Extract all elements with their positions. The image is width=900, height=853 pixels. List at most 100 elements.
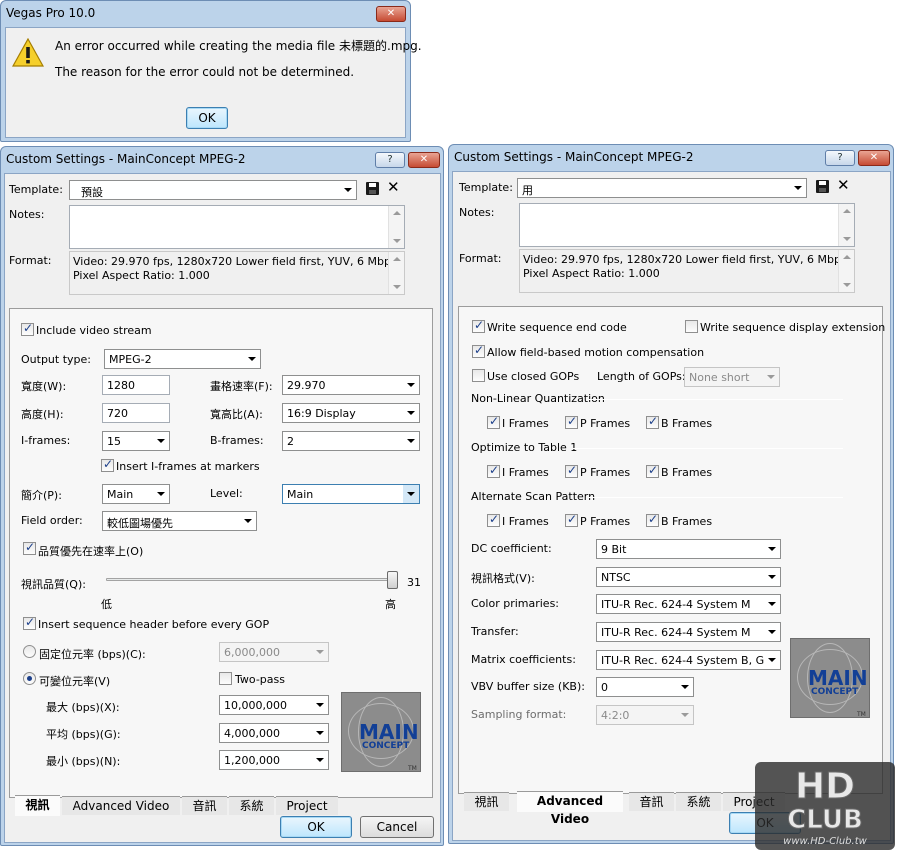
left-notes-scrollbar[interactable] [388, 206, 404, 248]
field-order-select[interactable]: 較低圖場優先 [102, 511, 257, 531]
framerate-select[interactable]: 29.970 [282, 375, 420, 395]
dc-value: 9 Bit [601, 543, 627, 556]
right-tab-video[interactable]: 視訊 [464, 792, 509, 811]
insert-seq-header-checkbox[interactable] [23, 615, 36, 630]
quality-priority-checkbox[interactable] [23, 540, 36, 555]
vbr-radio[interactable] [23, 672, 36, 685]
color-primaries-select[interactable]: ITU-R Rec. 624-4 System M [596, 594, 781, 614]
alt-pframes-label: P Frames [580, 515, 631, 528]
nl-iframes-checkbox[interactable] [487, 414, 500, 429]
right-help-button[interactable]: ? [825, 150, 855, 166]
left-ok-button[interactable]: OK [280, 816, 352, 838]
error-dialog-titlebar[interactable]: Vegas Pro 10.0 ✕ [1, 1, 410, 27]
nl-pframes-checkbox[interactable] [565, 414, 578, 429]
delete-icon[interactable]: ✕ [837, 178, 850, 193]
allow-field-checkbox[interactable] [472, 343, 485, 358]
width-input[interactable]: 1280 [102, 375, 170, 395]
left-tab-video[interactable]: 視訊 [15, 795, 60, 816]
framerate-value: 29.970 [287, 379, 326, 392]
left-tab-audio[interactable]: 音訊 [182, 796, 227, 815]
vbv-select[interactable]: 0 [596, 677, 694, 697]
height-label: 高度(H): [21, 408, 64, 421]
nl-iframes-label: I Frames [502, 417, 549, 430]
left-settings-dialog: Custom Settings - MainConcept MPEG-2 ? ✕… [0, 146, 444, 846]
max-bitrate-select[interactable]: 10,000,000 [219, 695, 329, 715]
error-ok-button[interactable]: OK [186, 107, 228, 129]
video-format-select[interactable]: NTSC [596, 567, 781, 587]
left-notes-textarea[interactable] [69, 205, 405, 249]
left-tab-advanced-video[interactable]: Advanced Video [62, 796, 180, 815]
alternate-divider [589, 497, 843, 498]
width-label: 寬度(W): [21, 380, 67, 393]
avg-bitrate-select[interactable]: 4,000,000 [219, 723, 329, 743]
left-tab-system[interactable]: 系統 [229, 796, 274, 815]
error-dialog-body: An error occurred while creating the med… [5, 27, 422, 138]
insert-iframes-checkbox[interactable] [101, 457, 114, 472]
save-icon[interactable] [816, 180, 829, 193]
write-seq-end-checkbox[interactable] [472, 318, 485, 333]
output-type-select[interactable]: MPEG-2 [104, 349, 261, 369]
iframes-select[interactable]: 15 [102, 431, 170, 451]
sampling-select[interactable]: 4:2:0 [596, 705, 694, 725]
right-notes-textarea[interactable] [519, 203, 855, 247]
aspect-select[interactable]: 16:9 Display [282, 403, 420, 423]
right-titlebar[interactable]: Custom Settings - MainConcept MPEG-2 ? ✕ [449, 145, 893, 171]
opt-iframes-checkbox[interactable] [487, 463, 500, 478]
alt-bframes-checkbox[interactable] [646, 512, 659, 527]
write-seq-display-checkbox[interactable] [685, 320, 698, 333]
scroll-down-icon [393, 285, 401, 289]
scroll-up-icon [393, 211, 401, 215]
optimize-divider [573, 448, 843, 449]
delete-icon[interactable]: ✕ [387, 180, 400, 195]
transfer-select[interactable]: ITU-R Rec. 624-4 System M [596, 622, 781, 642]
two-pass-checkbox[interactable] [219, 672, 232, 685]
cbr-select[interactable]: 6,000,000 [219, 642, 329, 662]
logo-concept-text: CONCEPT [811, 687, 859, 697]
min-bitrate-value: 1,200,000 [224, 754, 280, 767]
right-tab-advanced-video[interactable]: Advanced Video [517, 791, 623, 826]
height-input[interactable]: 720 [102, 403, 170, 423]
include-video-checkbox[interactable] [21, 321, 34, 336]
closed-gops-checkbox[interactable] [472, 369, 485, 382]
gop-length-select[interactable]: None short [684, 367, 780, 387]
chevron-down-icon [153, 485, 169, 503]
alt-pframes-checkbox[interactable] [565, 512, 578, 527]
right-format-scrollbar[interactable] [838, 250, 854, 292]
chevron-down-icon [403, 376, 419, 394]
level-select[interactable]: Main [282, 484, 420, 504]
left-help-button[interactable]: ? [375, 152, 405, 168]
profile-select[interactable]: Main [102, 484, 170, 504]
right-template-combo[interactable]: 用 [517, 178, 807, 198]
error-close-button[interactable]: ✕ [376, 6, 406, 22]
cbr-radio[interactable] [23, 645, 36, 658]
right-close-button[interactable]: ✕ [858, 150, 890, 166]
opt-bframes-checkbox[interactable] [646, 463, 659, 478]
left-template-combo[interactable]: ­­ ­­ 預設 [69, 180, 357, 200]
min-bitrate-select[interactable]: 1,200,000 [219, 750, 329, 770]
matrix-select[interactable]: ITU-R Rec. 624-4 System B, G [596, 650, 781, 670]
chevron-down-icon [312, 724, 328, 742]
nl-bframes-checkbox[interactable] [646, 414, 659, 429]
chevron-down-icon [790, 179, 806, 197]
dc-select[interactable]: 9 Bit [596, 539, 781, 559]
left-format-scrollbar[interactable] [388, 252, 404, 294]
save-icon[interactable] [366, 182, 379, 195]
left-cancel-button[interactable]: Cancel [360, 816, 434, 838]
slider-high-label: 高 [385, 598, 396, 611]
opt-pframes-checkbox[interactable] [565, 463, 578, 478]
left-close-button[interactable]: ✕ [408, 152, 440, 168]
video-quality-slider-track[interactable] [106, 578, 398, 581]
bframes-select[interactable]: 2 [282, 431, 420, 451]
left-titlebar[interactable]: Custom Settings - MainConcept MPEG-2 ? ✕ [1, 147, 443, 173]
nl-pframes-label: P Frames [580, 417, 631, 430]
right-tab-system[interactable]: 系統 [676, 792, 721, 811]
alt-iframes-checkbox[interactable] [487, 512, 500, 527]
watermark-hd-text: HD [795, 766, 855, 807]
aspect-value: 16:9 Display [287, 407, 356, 420]
mainconcept-logo: MAIN CONCEPT TM [341, 692, 421, 772]
color-primaries-value: ITU-R Rec. 624-4 System M [601, 598, 751, 611]
right-tab-audio[interactable]: 音訊 [629, 792, 674, 811]
video-quality-slider-thumb[interactable] [387, 571, 398, 589]
right-notes-scrollbar[interactable] [838, 204, 854, 246]
left-tab-project[interactable]: Project [276, 796, 338, 815]
